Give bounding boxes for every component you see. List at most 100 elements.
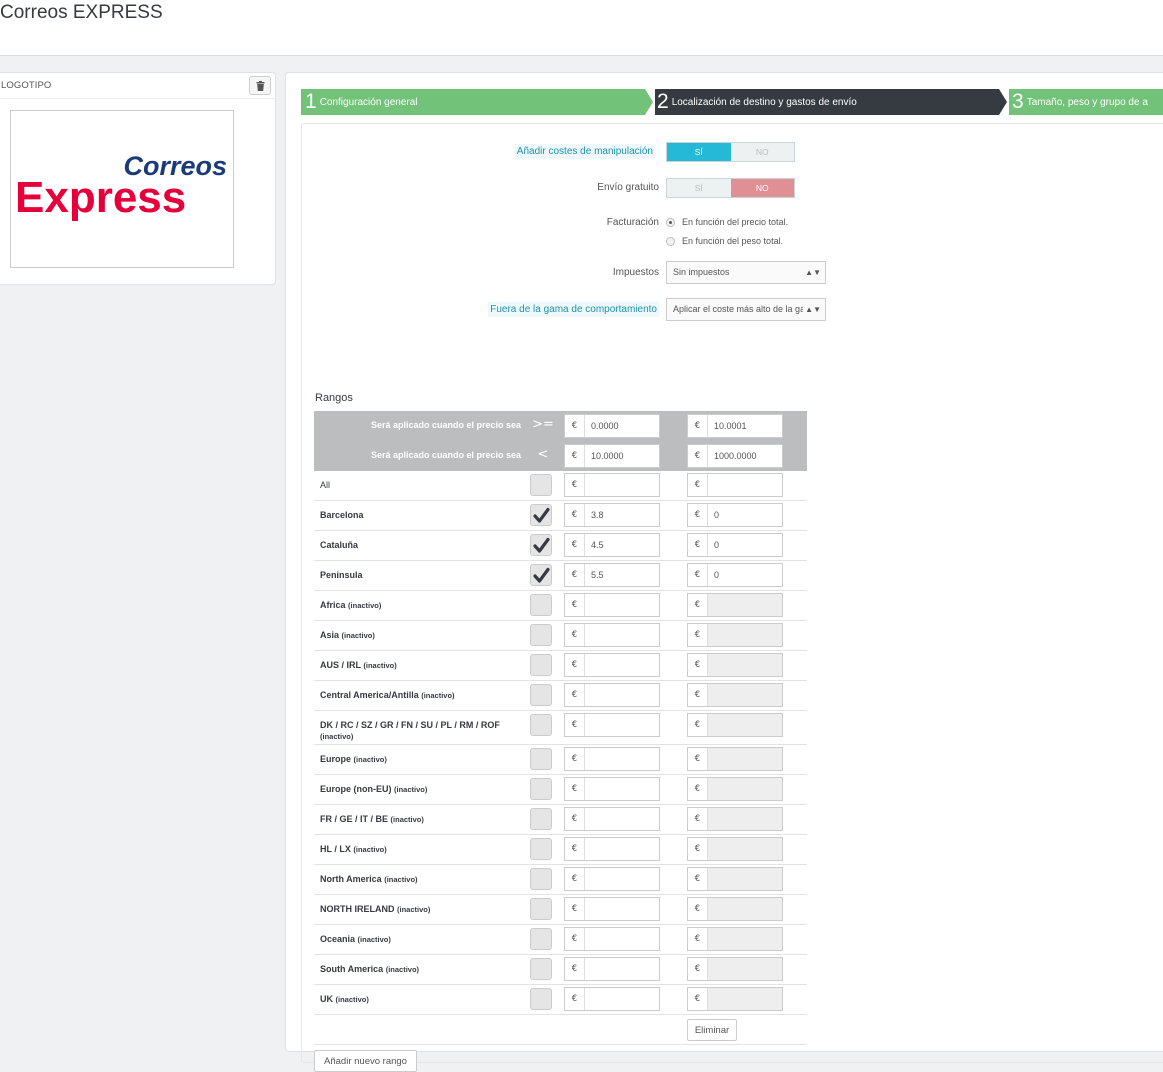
step-general-config[interactable]: 1 Configuración general bbox=[301, 89, 653, 115]
zone-checkbox[interactable] bbox=[530, 474, 552, 496]
zone-price-input[interactable]: €5.5 bbox=[564, 563, 660, 587]
zone-price-value[interactable] bbox=[585, 928, 659, 950]
zone-price-value[interactable] bbox=[585, 684, 659, 706]
zone-price-input[interactable]: € bbox=[687, 807, 783, 831]
handling-yes[interactable]: SÍ bbox=[667, 143, 731, 161]
zone-price-input[interactable]: € bbox=[687, 897, 783, 921]
zone-price-value[interactable] bbox=[585, 898, 659, 920]
radio-checked[interactable] bbox=[666, 217, 675, 227]
handling-toggle[interactable]: SÍ NO bbox=[666, 142, 795, 162]
zone-price-value[interactable] bbox=[708, 898, 782, 920]
zone-price-input[interactable]: € bbox=[687, 777, 783, 801]
zone-price-input[interactable]: € bbox=[564, 653, 660, 677]
range-input[interactable]: € 10.0001 bbox=[687, 414, 783, 438]
zone-price-value[interactable] bbox=[708, 988, 782, 1010]
zone-checkbox[interactable] bbox=[530, 624, 552, 646]
zone-price-value[interactable] bbox=[708, 748, 782, 770]
zone-checkbox[interactable] bbox=[530, 748, 552, 770]
zone-price-value[interactable] bbox=[585, 808, 659, 830]
zone-price-input[interactable]: € bbox=[687, 623, 783, 647]
zone-price-input[interactable]: €4.5 bbox=[564, 533, 660, 557]
range-value[interactable]: 1000.0000 bbox=[708, 445, 782, 467]
zone-price-input[interactable]: € bbox=[564, 837, 660, 861]
zone-price-input[interactable]: € bbox=[687, 987, 783, 1011]
zone-price-value[interactable] bbox=[585, 624, 659, 646]
free-shipping-yes[interactable]: SÍ bbox=[667, 179, 731, 197]
zone-price-value[interactable] bbox=[708, 474, 782, 496]
zone-price-input[interactable]: € bbox=[564, 623, 660, 647]
zone-checkbox[interactable] bbox=[530, 534, 552, 556]
delete-range-button[interactable]: Eliminar bbox=[687, 1019, 737, 1041]
zone-price-value[interactable]: 0 bbox=[708, 504, 782, 526]
zone-price-value[interactable] bbox=[585, 714, 659, 736]
zone-price-value[interactable] bbox=[585, 654, 659, 676]
zone-price-input[interactable]: € bbox=[564, 957, 660, 981]
zone-price-input[interactable]: € bbox=[564, 747, 660, 771]
zone-checkbox[interactable] bbox=[530, 838, 552, 860]
zone-price-input[interactable]: € bbox=[564, 927, 660, 951]
range-value[interactable]: 10.0001 bbox=[708, 415, 782, 437]
zone-price-input[interactable]: €0 bbox=[687, 563, 783, 587]
zone-price-value[interactable] bbox=[708, 624, 782, 646]
out-of-range-select[interactable]: Aplicar el coste más alto de la gama ▲▼ bbox=[666, 298, 826, 321]
zone-checkbox[interactable] bbox=[530, 714, 552, 736]
zone-checkbox[interactable] bbox=[530, 928, 552, 950]
zone-price-value[interactable]: 3.8 bbox=[585, 504, 659, 526]
zone-price-value[interactable]: 4.5 bbox=[585, 534, 659, 556]
zone-price-value[interactable] bbox=[708, 928, 782, 950]
delete-logo-button[interactable] bbox=[249, 76, 271, 95]
zone-price-value[interactable] bbox=[585, 748, 659, 770]
zone-price-input[interactable]: € bbox=[564, 897, 660, 921]
step-destination-shipping[interactable]: 2 Localización de destino y gastos de en… bbox=[655, 89, 1007, 115]
zone-price-value[interactable] bbox=[585, 958, 659, 980]
zone-price-input[interactable]: € bbox=[564, 683, 660, 707]
step-size-weight[interactable]: 3 Tamaño, peso y grupo de a bbox=[1009, 89, 1163, 115]
zone-price-value[interactable] bbox=[708, 714, 782, 736]
range-value[interactable]: 0.0000 bbox=[585, 415, 659, 437]
zone-price-value[interactable] bbox=[708, 958, 782, 980]
zone-checkbox[interactable] bbox=[530, 808, 552, 830]
zone-price-value[interactable] bbox=[708, 654, 782, 676]
zone-price-input[interactable]: € bbox=[564, 593, 660, 617]
zone-checkbox[interactable] bbox=[530, 504, 552, 526]
taxes-select[interactable]: Sin impuestos ▲▼ bbox=[666, 261, 826, 284]
zone-checkbox[interactable] bbox=[530, 778, 552, 800]
zone-price-input[interactable]: € bbox=[564, 777, 660, 801]
zone-price-input[interactable]: € bbox=[687, 473, 783, 497]
billing-option-price[interactable]: En función del precio total. bbox=[666, 217, 788, 227]
zone-price-value[interactable] bbox=[708, 684, 782, 706]
range-value[interactable]: 10.0000 bbox=[585, 445, 659, 467]
zone-checkbox[interactable] bbox=[530, 564, 552, 586]
zone-price-value[interactable] bbox=[585, 838, 659, 860]
zone-checkbox[interactable] bbox=[530, 868, 552, 890]
zone-price-input[interactable]: € bbox=[564, 807, 660, 831]
zone-price-input[interactable]: € bbox=[687, 957, 783, 981]
zone-price-value[interactable] bbox=[708, 838, 782, 860]
zone-checkbox[interactable] bbox=[530, 898, 552, 920]
zone-price-value[interactable]: 5.5 bbox=[585, 564, 659, 586]
zone-price-value[interactable] bbox=[585, 988, 659, 1010]
zone-price-input[interactable]: € bbox=[687, 837, 783, 861]
zone-price-input[interactable]: € bbox=[687, 867, 783, 891]
zone-checkbox[interactable] bbox=[530, 958, 552, 980]
zone-price-value[interactable] bbox=[708, 778, 782, 800]
free-shipping-no[interactable]: NO bbox=[730, 179, 794, 197]
range-input[interactable]: € 10.0000 bbox=[564, 444, 660, 468]
free-shipping-toggle[interactable]: SÍ NO bbox=[666, 178, 795, 198]
zone-price-input[interactable]: €3.8 bbox=[564, 503, 660, 527]
zone-price-value[interactable] bbox=[585, 778, 659, 800]
zone-checkbox[interactable] bbox=[530, 594, 552, 616]
zone-price-value[interactable] bbox=[708, 594, 782, 616]
zone-price-value[interactable] bbox=[585, 474, 659, 496]
zone-price-input[interactable]: € bbox=[687, 713, 783, 737]
zone-checkbox[interactable] bbox=[530, 684, 552, 706]
zone-price-value[interactable] bbox=[708, 808, 782, 830]
zone-price-value[interactable] bbox=[708, 868, 782, 890]
zone-price-input[interactable]: € bbox=[687, 593, 783, 617]
range-input[interactable]: € 0.0000 bbox=[564, 414, 660, 438]
zone-price-input[interactable]: € bbox=[687, 747, 783, 771]
zone-price-value[interactable] bbox=[585, 594, 659, 616]
zone-price-input[interactable]: €0 bbox=[687, 533, 783, 557]
zone-price-input[interactable]: € bbox=[687, 683, 783, 707]
zone-price-value[interactable]: 0 bbox=[708, 534, 782, 556]
